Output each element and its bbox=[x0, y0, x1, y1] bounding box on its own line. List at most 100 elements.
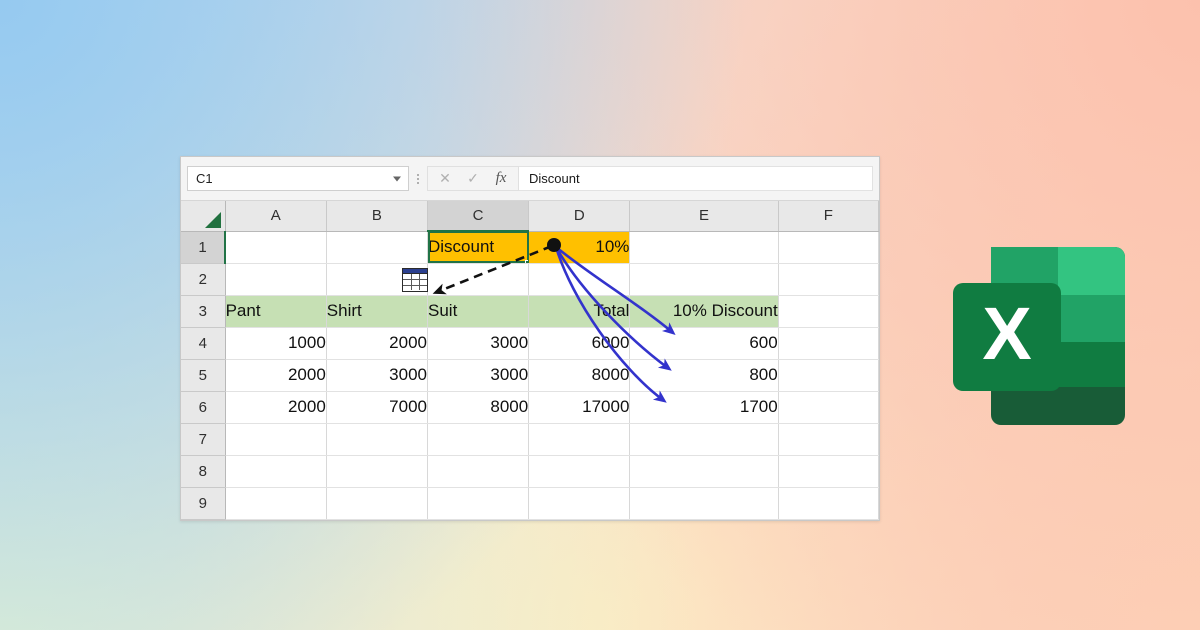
logo-top-right bbox=[1058, 247, 1125, 295]
table-row: 3 Pant Shirt Suit Total 10% Discount bbox=[181, 295, 880, 328]
table-row: 6 2000 7000 8000 17000 1700 bbox=[181, 391, 880, 424]
cell-c1[interactable]: Discount bbox=[427, 231, 530, 264]
cell-e9[interactable] bbox=[629, 487, 779, 520]
select-all-corner[interactable] bbox=[181, 201, 226, 232]
table-row: 8 bbox=[181, 455, 880, 488]
paste-table-icon bbox=[402, 268, 428, 292]
logo-mid-right bbox=[1058, 295, 1125, 342]
enter-icon[interactable]: ✓ bbox=[460, 167, 486, 190]
formula-bar-grip-icon bbox=[409, 173, 427, 184]
cell-e1[interactable] bbox=[629, 231, 779, 264]
table-icon-body bbox=[403, 274, 427, 290]
name-box[interactable]: C1 bbox=[187, 166, 409, 191]
excel-window: C1 ✕ ✓ fx Discount A B C D E F 1 Discoun… bbox=[180, 156, 880, 521]
cell-a5[interactable]: 2000 bbox=[225, 359, 327, 392]
row-header-6[interactable]: 6 bbox=[181, 391, 226, 424]
cell-c8[interactable] bbox=[427, 455, 530, 488]
cell-b8[interactable] bbox=[326, 455, 429, 488]
row-header-3[interactable]: 3 bbox=[181, 295, 226, 328]
cell-c4[interactable]: 3000 bbox=[427, 327, 530, 360]
cell-d7[interactable] bbox=[528, 423, 631, 456]
formula-input[interactable]: Discount bbox=[519, 166, 873, 191]
cell-c7[interactable] bbox=[427, 423, 530, 456]
cell-b1[interactable] bbox=[326, 231, 429, 264]
cell-e2[interactable] bbox=[629, 263, 779, 296]
formula-buttons: ✕ ✓ fx bbox=[427, 166, 519, 191]
cell-d8[interactable] bbox=[528, 455, 631, 488]
table-row: 4 1000 2000 3000 6000 600 bbox=[181, 327, 880, 360]
cell-d5[interactable]: 8000 bbox=[528, 359, 631, 392]
row-header-7[interactable]: 7 bbox=[181, 423, 226, 456]
cell-c3[interactable]: Suit bbox=[427, 295, 530, 328]
cell-a6[interactable]: 2000 bbox=[225, 391, 327, 424]
cell-f6[interactable] bbox=[778, 391, 880, 424]
table-row: 5 2000 3000 3000 8000 800 bbox=[181, 359, 880, 392]
cell-b7[interactable] bbox=[326, 423, 429, 456]
column-header-b[interactable]: B bbox=[326, 201, 429, 232]
cell-b9[interactable] bbox=[326, 487, 429, 520]
column-header-a[interactable]: A bbox=[225, 201, 327, 232]
column-header-row: A B C D E F bbox=[181, 201, 880, 232]
formula-input-value: Discount bbox=[529, 171, 580, 186]
cell-f9[interactable] bbox=[778, 487, 880, 520]
cell-d2[interactable] bbox=[528, 263, 631, 296]
cell-d4[interactable]: 6000 bbox=[528, 327, 631, 360]
logo-lower-right bbox=[1058, 342, 1125, 387]
cell-e7[interactable] bbox=[629, 423, 779, 456]
name-box-value: C1 bbox=[196, 171, 213, 186]
cancel-icon[interactable]: ✕ bbox=[432, 167, 458, 190]
formula-bar-row: C1 ✕ ✓ fx Discount bbox=[181, 157, 879, 201]
cell-a4[interactable]: 1000 bbox=[225, 327, 327, 360]
cell-a9[interactable] bbox=[225, 487, 327, 520]
cell-c2[interactable] bbox=[427, 263, 530, 296]
cell-d3[interactable]: Total bbox=[528, 295, 631, 328]
fill-handle[interactable] bbox=[525, 259, 528, 262]
cell-c5[interactable]: 3000 bbox=[427, 359, 530, 392]
cell-f5[interactable] bbox=[778, 359, 880, 392]
cell-f2[interactable] bbox=[778, 263, 880, 296]
cell-a7[interactable] bbox=[225, 423, 327, 456]
cell-d1[interactable]: 10% bbox=[528, 231, 631, 264]
chevron-down-icon[interactable] bbox=[393, 176, 401, 181]
cell-b3[interactable]: Shirt bbox=[326, 295, 429, 328]
row-header-5[interactable]: 5 bbox=[181, 359, 226, 392]
cell-c1-text: Discount bbox=[428, 237, 495, 257]
cell-f8[interactable] bbox=[778, 455, 880, 488]
table-row: 7 bbox=[181, 423, 880, 456]
row-header-8[interactable]: 8 bbox=[181, 455, 226, 488]
table-row: 9 bbox=[181, 487, 880, 520]
cell-d9[interactable] bbox=[528, 487, 631, 520]
spreadsheet-grid: A B C D E F 1 Discount 10% 2 3 Pant Shir… bbox=[181, 201, 880, 520]
cell-e6[interactable]: 1700 bbox=[629, 391, 779, 424]
excel-logo: X bbox=[953, 247, 1125, 425]
row-header-9[interactable]: 9 bbox=[181, 487, 226, 520]
cell-a2[interactable] bbox=[225, 263, 327, 296]
logo-x-letter: X bbox=[982, 292, 1031, 375]
cell-e5[interactable]: 800 bbox=[629, 359, 779, 392]
cell-f4[interactable] bbox=[778, 327, 880, 360]
table-row: 2 bbox=[181, 263, 880, 296]
insert-function-icon[interactable]: fx bbox=[488, 167, 514, 190]
cell-a3[interactable]: Pant bbox=[225, 295, 327, 328]
column-header-e[interactable]: E bbox=[629, 201, 779, 232]
cell-a1[interactable] bbox=[225, 231, 327, 264]
column-header-f[interactable]: F bbox=[778, 201, 880, 232]
row-header-4[interactable]: 4 bbox=[181, 327, 226, 360]
cell-f3[interactable] bbox=[778, 295, 880, 328]
cell-f7[interactable] bbox=[778, 423, 880, 456]
cell-b6[interactable]: 7000 bbox=[326, 391, 429, 424]
cell-e3[interactable]: 10% Discount bbox=[629, 295, 779, 328]
row-header-1[interactable]: 1 bbox=[181, 231, 227, 264]
cell-c9[interactable] bbox=[427, 487, 530, 520]
cell-c6[interactable]: 8000 bbox=[427, 391, 530, 424]
row-header-2[interactable]: 2 bbox=[181, 263, 226, 296]
column-header-d[interactable]: D bbox=[528, 201, 631, 232]
cell-b5[interactable]: 3000 bbox=[326, 359, 429, 392]
column-header-c[interactable]: C bbox=[427, 201, 530, 232]
cell-b4[interactable]: 2000 bbox=[326, 327, 429, 360]
cell-e8[interactable] bbox=[629, 455, 779, 488]
cell-e4[interactable]: 600 bbox=[629, 327, 779, 360]
cell-d6[interactable]: 17000 bbox=[528, 391, 631, 424]
cell-f1[interactable] bbox=[778, 231, 880, 264]
cell-a8[interactable] bbox=[225, 455, 327, 488]
